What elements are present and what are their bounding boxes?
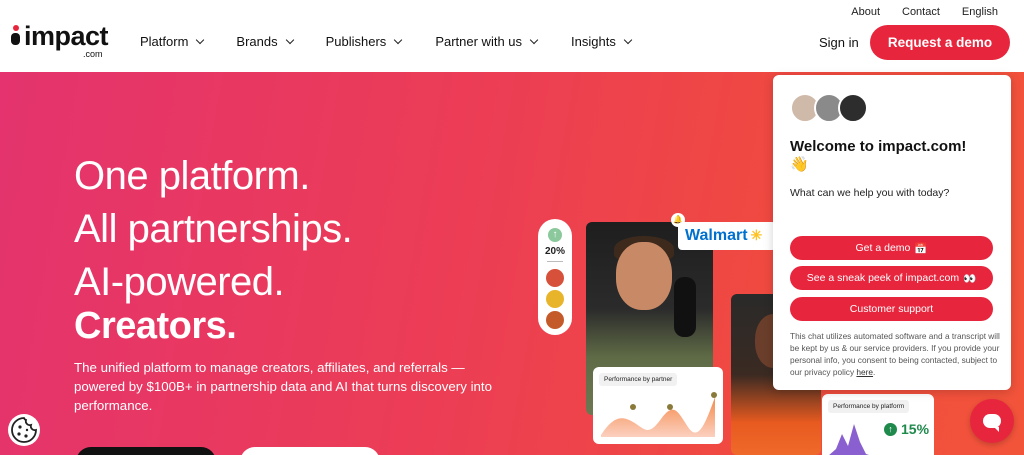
chat-title: Welcome to impact.com! (790, 138, 967, 155)
chart-marker (667, 404, 673, 410)
arrow-up-icon: ↑ (548, 228, 562, 242)
growth-percent: 20% (544, 246, 565, 257)
option-label: See a sneak peek of impact.com (806, 272, 960, 284)
chat-widget: Welcome to impact.com! 👋 What can we hel… (773, 75, 1011, 390)
headline-line: One platform. (74, 154, 310, 198)
chat-question: What can we help you with today? (790, 187, 950, 199)
privacy-policy-link[interactable]: here (856, 367, 873, 377)
logo-wordmark: impact (24, 21, 109, 51)
brand-badge-label: Walmart (685, 227, 748, 244)
avatar (546, 290, 564, 308)
site-header: About Contact English impact .com Platfo… (0, 0, 1024, 72)
headline-line: AI-powered. (74, 260, 285, 304)
nav-item-partner-with-us[interactable]: Partner with us (435, 34, 539, 49)
nav-label: Publishers (325, 34, 387, 49)
headline-line: All partnerships. (74, 207, 353, 251)
area-chart (601, 392, 717, 437)
growth-pill: ↑ 20% (538, 219, 572, 335)
chat-launcher-button[interactable] (970, 399, 1014, 443)
hero-highlight: Creators. (74, 305, 237, 347)
sneak-peek-button[interactable]: See a sneak peek of impact.com 👀 (790, 266, 993, 290)
nav-item-publishers[interactable]: Publishers (325, 34, 403, 49)
utility-nav: About Contact English (851, 6, 998, 18)
language-selector[interactable]: English (962, 6, 998, 18)
chevron-down-icon (623, 35, 633, 44)
nav-label: Platform (140, 34, 189, 49)
stat-value: 15% (901, 421, 930, 437)
nav-item-brands[interactable]: Brands (236, 34, 294, 49)
agent-avatars (790, 93, 874, 125)
chevron-down-icon (196, 35, 205, 44)
eyes-icon: 👀 (963, 272, 977, 285)
calendar-icon: 📅 (914, 242, 928, 255)
contact-link[interactable]: Contact (902, 6, 940, 18)
cookie-settings-button[interactable] (8, 414, 40, 446)
nav-label: Insights (571, 34, 616, 49)
primary-cta-button[interactable] (76, 447, 216, 455)
arrow-up-icon: ↑ (884, 422, 897, 436)
avatar (546, 269, 564, 287)
about-link[interactable]: About (851, 6, 880, 18)
option-label: Get a demo (855, 242, 911, 254)
nav-label: Brands (236, 34, 278, 49)
secondary-cta-button[interactable] (240, 447, 380, 455)
avatar (546, 311, 564, 329)
chart-marker (630, 404, 636, 410)
chevron-down-icon (394, 35, 403, 44)
stat-badge: ↑ 15% (884, 421, 929, 437)
get-demo-button[interactable]: Get a demo 📅 (790, 236, 993, 260)
nav-item-insights[interactable]: Insights (571, 34, 633, 49)
main-nav: Platform Brands Publishers Partner with … (140, 34, 675, 49)
chat-disclaimer: This chat utilizes automated software an… (790, 331, 1000, 377)
nav-item-platform[interactable]: Platform (140, 34, 205, 49)
option-label: Customer support (849, 303, 934, 315)
hero-headline: One platform. All partnerships. AI-power… (74, 150, 353, 309)
microphone (674, 277, 696, 337)
chevron-down-icon (285, 35, 294, 44)
hero-subtitle: The unified platform to manage creators,… (74, 360, 493, 413)
performance-by-partner-card: Performance by partner (593, 367, 723, 444)
logo-mark-icon (11, 24, 21, 48)
customer-support-button[interactable]: Customer support (790, 297, 993, 321)
chevron-down-icon (529, 35, 539, 44)
chart-marker (711, 392, 717, 398)
request-demo-button[interactable]: Request a demo (870, 25, 1010, 60)
impact-logo[interactable]: impact .com (11, 21, 111, 60)
divider (547, 261, 563, 262)
area-shape (601, 397, 715, 437)
brand-badge: Walmart ✳ (678, 222, 776, 250)
nav-label: Partner with us (435, 34, 523, 49)
area-shape (829, 424, 869, 455)
cookie-icon (11, 417, 37, 443)
waving-hand-icon: 👋 (790, 156, 809, 173)
avatar (838, 93, 868, 123)
sign-in-link[interactable]: Sign in (819, 35, 859, 50)
logo-suffix: .com (83, 49, 103, 59)
chat-bubble-icon (983, 414, 1001, 432)
spark-icon: ✳ (750, 227, 763, 243)
